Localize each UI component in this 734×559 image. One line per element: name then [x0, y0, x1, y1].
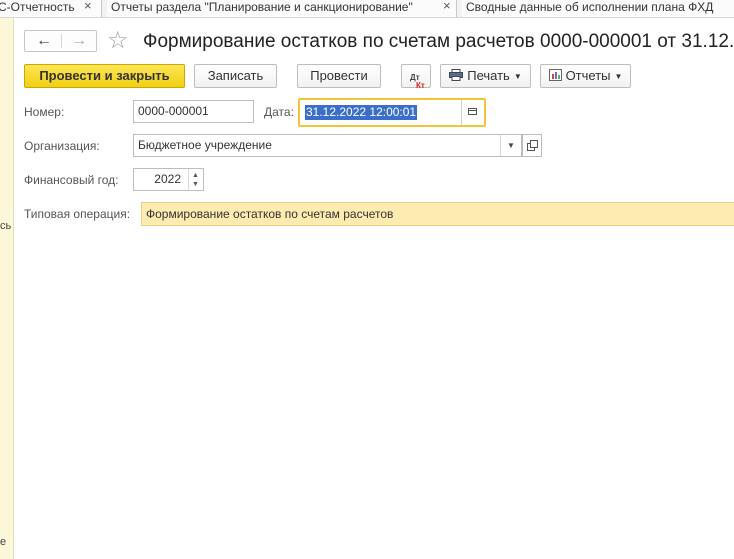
typical-operation-value-box: Формирование остатков по счетам расчетов [141, 202, 734, 226]
date-field[interactable]: 31.12.2022 12:00:01 [298, 98, 486, 127]
calendar-button[interactable] [461, 100, 484, 125]
save-button[interactable]: Записать [194, 64, 277, 88]
dt-kt-icon: Дт Кт [409, 67, 425, 90]
organization-label: Организация: [24, 139, 100, 153]
tab-fhd-summary[interactable]: Сводные данные об исполнении плана ФХД [462, 0, 734, 17]
left-strip-text: сь [0, 220, 12, 232]
star-icon[interactable]: ☆ [107, 28, 129, 54]
print-label: Печать [467, 68, 510, 83]
tab-bar: С-Отчетность × Отчеты раздела "Планирова… [0, 0, 734, 18]
tab-label: С-Отчетность [0, 0, 75, 14]
tab-reporting[interactable]: С-Отчетность × [0, 0, 102, 17]
print-button[interactable]: Печать ▼ [440, 64, 531, 88]
post-label: Провести [310, 68, 368, 83]
open-icon [530, 140, 538, 148]
reports-chart-icon [548, 69, 562, 81]
page-title: Формирование остатков по счетам расчетов… [143, 31, 734, 52]
chevron-down-icon: ▼ [614, 72, 623, 81]
financial-year-stepper[interactable]: 2022 ▲ ▼ [133, 168, 204, 191]
tab-label: Сводные данные об исполнении плана ФХД [466, 0, 714, 14]
forward-arrow-icon[interactable]: → [71, 31, 87, 50]
tab-label: Отчеты раздела "Планирование и санкциони… [111, 0, 413, 14]
navigation-buttons: ← → [24, 30, 97, 52]
back-arrow-icon[interactable]: ← [36, 31, 52, 50]
date-label: Дата: [264, 105, 294, 119]
number-field[interactable]: 0000-000001 [133, 100, 254, 123]
reports-label: Отчеты [565, 68, 611, 83]
dt-kt-button[interactable]: Дт Кт [401, 64, 431, 90]
financial-year-label: Финансовый год: [24, 173, 119, 187]
divider [61, 34, 62, 48]
chevron-down-icon: ▼ [513, 72, 522, 81]
typical-operation-label: Типовая операция: [24, 207, 131, 221]
spinner-buttons[interactable]: ▲ ▼ [188, 169, 203, 190]
printer-icon [449, 69, 464, 81]
close-icon[interactable]: × [443, 0, 451, 13]
tab-planning-reports[interactable]: Отчеты раздела "Планирование и санкциони… [107, 0, 457, 17]
open-organization-button[interactable] [522, 134, 542, 157]
calendar-icon [468, 108, 477, 115]
save-label: Записать [207, 68, 264, 83]
post-and-close-label: Провести и закрыть [39, 68, 170, 83]
spin-up-icon[interactable]: ▲ [192, 172, 199, 179]
financial-year-value: 2022 [154, 172, 181, 186]
number-value: 0000-000001 [138, 104, 209, 118]
chevron-down-icon[interactable]: ▼ [500, 135, 521, 156]
number-label: Номер: [24, 105, 65, 119]
spin-down-icon[interactable]: ▼ [192, 181, 199, 188]
post-and-close-button[interactable]: Провести и закрыть [24, 64, 185, 88]
typical-operation-value: Формирование остатков по счетам расчетов [146, 207, 394, 221]
date-value: 31.12.2022 12:00:01 [305, 105, 418, 120]
left-strip-text: е [0, 536, 7, 548]
post-button[interactable]: Провести [297, 64, 381, 88]
organization-value: Бюджетное учреждение [138, 138, 272, 152]
organization-field[interactable]: Бюджетное учреждение ▼ [133, 134, 522, 157]
kt-glyph: Кт [416, 81, 425, 90]
reports-button[interactable]: Отчеты ▼ [540, 64, 631, 88]
left-panel-strip: сь е [0, 18, 14, 559]
close-icon[interactable]: × [84, 0, 92, 13]
